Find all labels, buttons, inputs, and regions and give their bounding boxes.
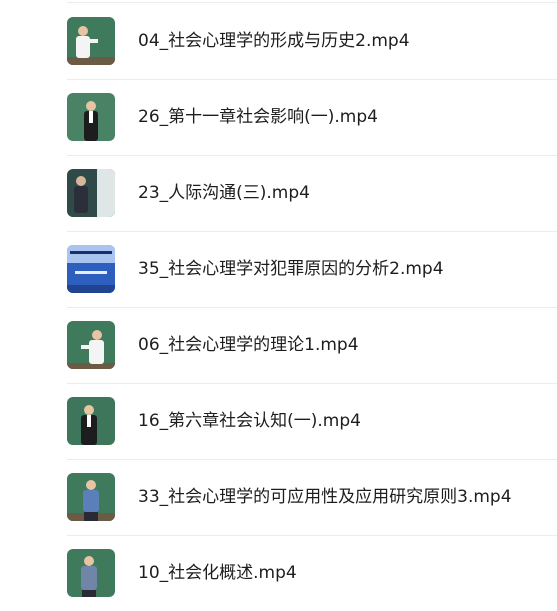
video-thumbnail: [67, 93, 115, 141]
video-title: 33_社会心理学的可应用性及应用研究原则3.mp4: [138, 487, 512, 507]
video-title: 16_第六章社会认知(一).mp4: [138, 411, 361, 431]
list-item[interactable]: 33_社会心理学的可应用性及应用研究原则3.mp4: [67, 459, 557, 535]
video-title: 06_社会心理学的理论1.mp4: [138, 335, 359, 355]
list-item[interactable]: 26_第十一章社会影响(一).mp4: [67, 79, 557, 155]
video-title: 26_第十一章社会影响(一).mp4: [138, 107, 378, 127]
list-item[interactable]: 16_第六章社会认知(一).mp4: [67, 383, 557, 459]
video-thumbnail: [67, 397, 115, 445]
video-thumbnail: [67, 321, 115, 369]
video-thumbnail: [67, 17, 115, 65]
video-title: 04_社会心理学的形成与历史2.mp4: [138, 31, 410, 51]
list-item[interactable]: 35_社会心理学对犯罪原因的分析2.mp4: [67, 231, 557, 307]
list-item[interactable]: 04_社会心理学的形成与历史2.mp4: [67, 3, 557, 79]
list-item[interactable]: 23_人际沟通(三).mp4: [67, 155, 557, 231]
video-thumbnail: [67, 169, 115, 217]
video-title: 10_社会化概述.mp4: [138, 563, 297, 583]
video-title: 23_人际沟通(三).mp4: [138, 183, 310, 203]
list-item[interactable]: 06_社会心理学的理论1.mp4: [67, 307, 557, 383]
video-thumbnail: [67, 245, 115, 293]
video-thumbnail: [67, 549, 115, 597]
video-title: 35_社会心理学对犯罪原因的分析2.mp4: [138, 259, 444, 279]
video-thumbnail: [67, 473, 115, 521]
list-item[interactable]: 10_社会化概述.mp4: [67, 535, 557, 611]
